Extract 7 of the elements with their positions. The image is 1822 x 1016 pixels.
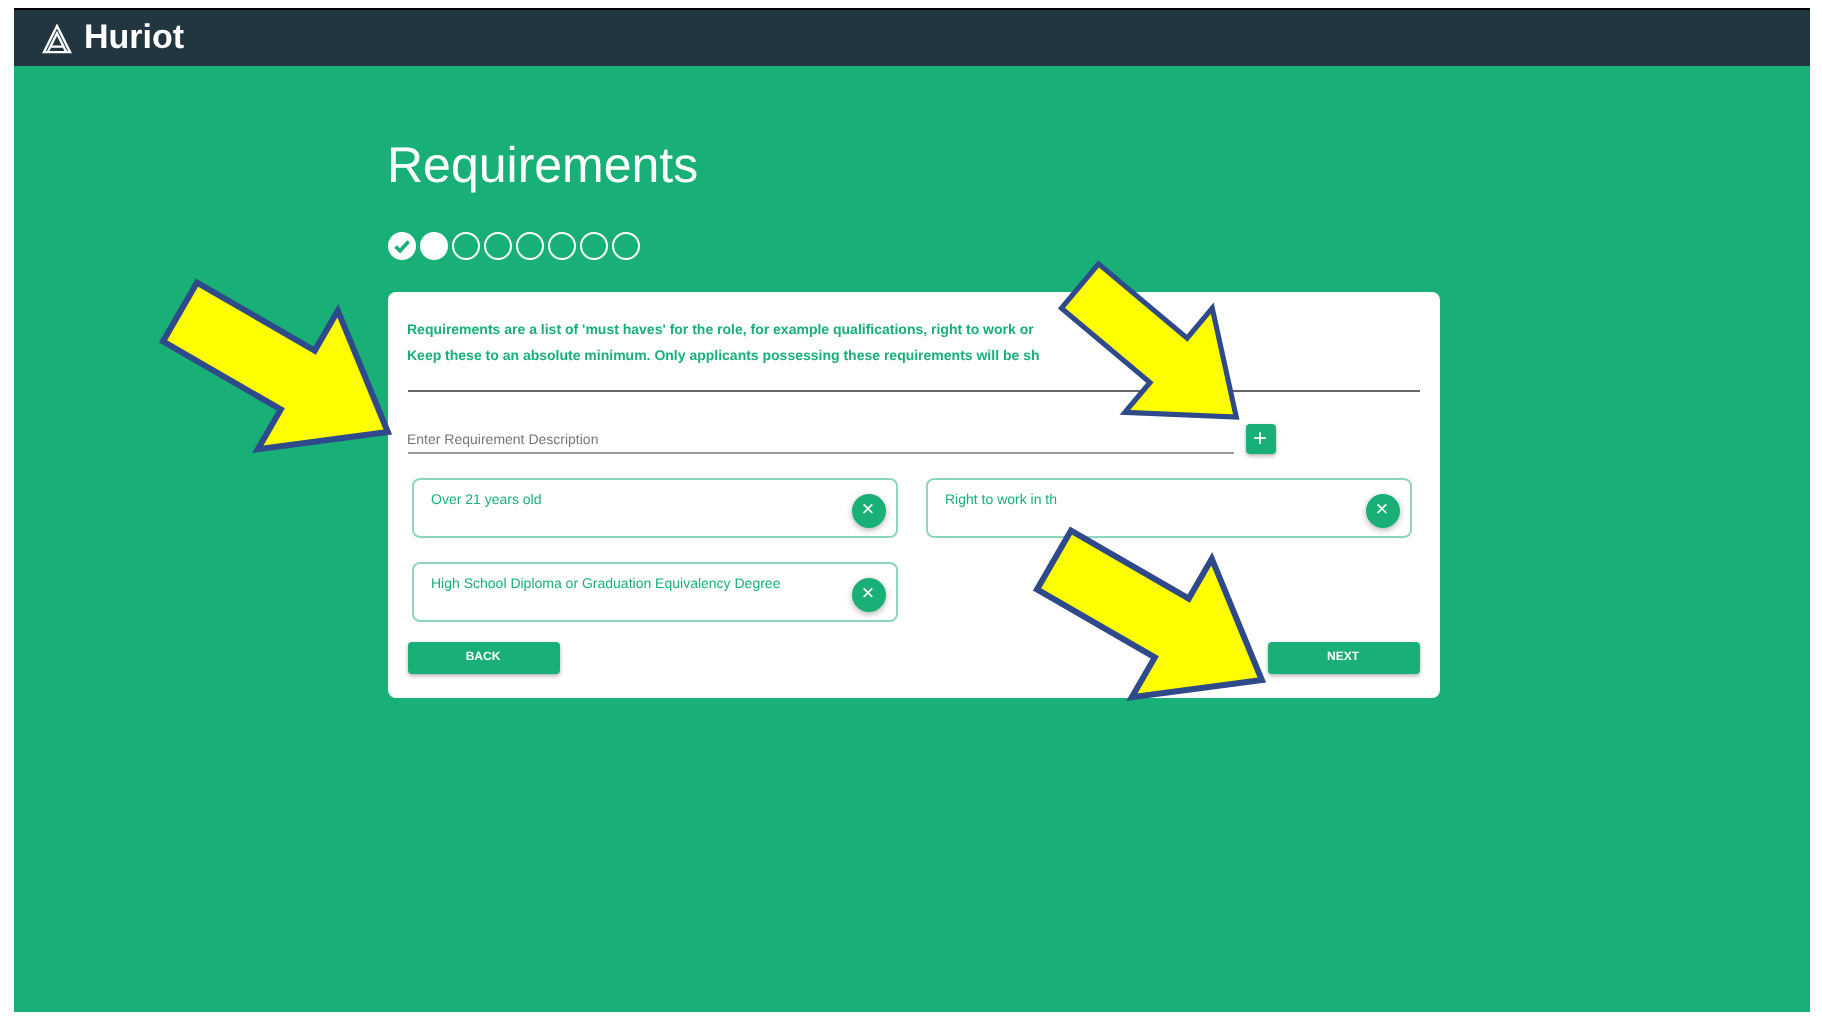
page-title: Requirements <box>387 138 701 196</box>
brand-name: Huriot <box>84 18 185 58</box>
remove-button[interactable]: × <box>851 494 885 528</box>
remove-button[interactable]: × <box>851 578 885 612</box>
remove-button[interactable]: × <box>1365 494 1399 528</box>
logo-icon <box>42 23 72 53</box>
add-button[interactable]: + <box>1245 424 1275 454</box>
